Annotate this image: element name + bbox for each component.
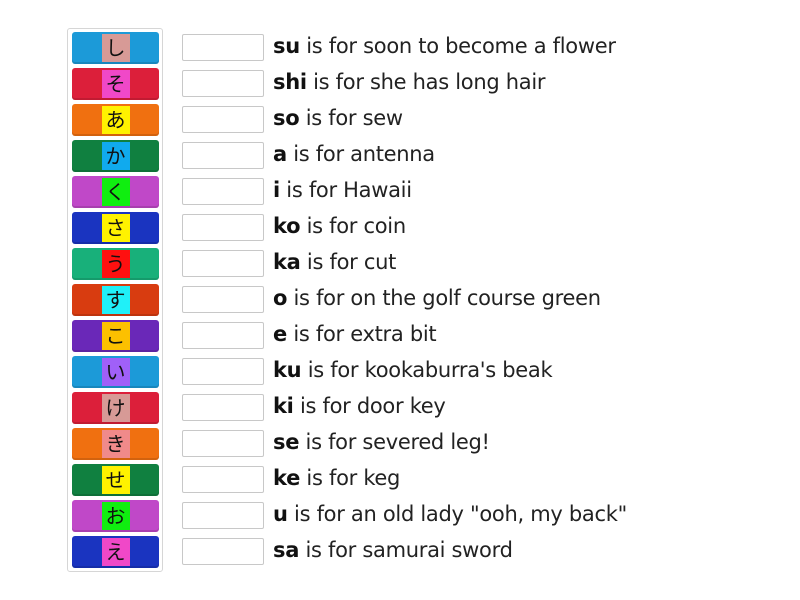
clue-key: ki bbox=[273, 394, 294, 418]
drop-slot[interactable] bbox=[182, 538, 264, 565]
drop-slot[interactable] bbox=[182, 322, 264, 349]
kana-glyph: す bbox=[101, 286, 130, 314]
clue-key: so bbox=[273, 106, 300, 130]
clue-description: is for an old lady "ooh, my back" bbox=[287, 502, 627, 526]
kana-tile[interactable]: こ bbox=[72, 320, 159, 352]
kana-tile[interactable]: せ bbox=[72, 464, 159, 496]
kana-glyph: せ bbox=[101, 466, 130, 494]
clue-description: is for sew bbox=[299, 106, 403, 130]
kana-glyph: お bbox=[101, 502, 130, 530]
clue-text: ki is for door key bbox=[273, 391, 446, 421]
kana-tile[interactable]: け bbox=[72, 392, 159, 424]
clue-description: is for she has long hair bbox=[306, 70, 546, 94]
clue-description: is for Hawaii bbox=[279, 178, 412, 202]
kana-tile[interactable]: え bbox=[72, 536, 159, 568]
drop-slot[interactable] bbox=[182, 250, 264, 277]
kana-glyph: き bbox=[101, 430, 130, 458]
drop-slot[interactable] bbox=[182, 286, 264, 313]
clue-text: se is for severed leg! bbox=[273, 427, 490, 457]
clue-key: sa bbox=[273, 538, 300, 562]
kana-glyph: し bbox=[101, 34, 130, 62]
drop-slot[interactable] bbox=[182, 214, 264, 241]
kana-glyph: く bbox=[101, 178, 130, 206]
kana-glyph: こ bbox=[101, 322, 130, 350]
clue-key: shi bbox=[273, 70, 307, 94]
clue-description: is for coin bbox=[300, 214, 407, 238]
clue-key: a bbox=[273, 142, 287, 166]
clue-text: su is for soon to become a flower bbox=[273, 31, 616, 61]
clue-description: is for on the golf course green bbox=[287, 286, 602, 310]
kana-glyph: そ bbox=[101, 70, 130, 98]
kana-tile[interactable]: お bbox=[72, 500, 159, 532]
drop-slot[interactable] bbox=[182, 70, 264, 97]
kana-glyph: け bbox=[101, 394, 130, 422]
kana-tile[interactable]: う bbox=[72, 248, 159, 280]
clue-text: so is for sew bbox=[273, 103, 403, 133]
kana-glyph: え bbox=[101, 538, 130, 566]
kana-tile[interactable]: き bbox=[72, 428, 159, 460]
clue-description: is for keg bbox=[300, 466, 401, 490]
kana-glyph: か bbox=[101, 142, 130, 170]
kana-tile[interactable]: か bbox=[72, 140, 159, 172]
drop-slot[interactable] bbox=[182, 178, 264, 205]
clue-text: ko is for coin bbox=[273, 211, 406, 241]
kana-glyph: さ bbox=[101, 214, 130, 242]
kana-tile[interactable]: く bbox=[72, 176, 159, 208]
drop-slot[interactable] bbox=[182, 394, 264, 421]
kana-tile[interactable]: さ bbox=[72, 212, 159, 244]
clue-text: i is for Hawaii bbox=[273, 175, 412, 205]
kana-tile[interactable]: い bbox=[72, 356, 159, 388]
clue-key: ka bbox=[273, 250, 301, 274]
clue-description: is for cut bbox=[300, 250, 397, 274]
drop-slot[interactable] bbox=[182, 430, 264, 457]
clue-description: is for antenna bbox=[286, 142, 435, 166]
clue-key: ke bbox=[273, 466, 301, 490]
drop-slot[interactable] bbox=[182, 106, 264, 133]
clue-text: o is for on the golf course green bbox=[273, 283, 601, 313]
tile-column: しそあかくさうすこいけきせおえ bbox=[67, 28, 163, 572]
kana-glyph: い bbox=[101, 358, 130, 386]
clue-key: ku bbox=[273, 358, 302, 382]
clue-description: is for kookaburra's beak bbox=[301, 358, 553, 382]
clue-text: ke is for keg bbox=[273, 463, 400, 493]
clue-key: o bbox=[273, 286, 288, 310]
kana-glyph: う bbox=[101, 250, 130, 278]
kana-tile[interactable]: し bbox=[72, 32, 159, 64]
kana-tile[interactable]: そ bbox=[72, 68, 159, 100]
clue-key: u bbox=[273, 502, 288, 526]
drop-slot[interactable] bbox=[182, 466, 264, 493]
clue-key: ko bbox=[273, 214, 301, 238]
clue-description: is for severed leg! bbox=[299, 430, 490, 454]
kana-tile[interactable]: す bbox=[72, 284, 159, 316]
clue-description: is for door key bbox=[293, 394, 446, 418]
clue-key: i bbox=[273, 178, 280, 202]
clue-text: shi is for she has long hair bbox=[273, 67, 546, 97]
clue-description: is for soon to become a flower bbox=[299, 34, 616, 58]
drop-slot[interactable] bbox=[182, 34, 264, 61]
clue-text: e is for extra bit bbox=[273, 319, 437, 349]
clue-text: a is for antenna bbox=[273, 139, 435, 169]
clue-text: u is for an old lady "ooh, my back" bbox=[273, 499, 627, 529]
drop-slot[interactable] bbox=[182, 358, 264, 385]
clue-key: se bbox=[273, 430, 300, 454]
drop-slot[interactable] bbox=[182, 142, 264, 169]
kana-tile[interactable]: あ bbox=[72, 104, 159, 136]
clue-text: ka is for cut bbox=[273, 247, 396, 277]
clue-key: su bbox=[273, 34, 300, 58]
kana-glyph: あ bbox=[101, 106, 130, 134]
clue-description: is for samurai sword bbox=[299, 538, 513, 562]
clue-text: ku is for kookaburra's beak bbox=[273, 355, 553, 385]
clue-description: is for extra bit bbox=[286, 322, 437, 346]
drop-slot[interactable] bbox=[182, 502, 264, 529]
clue-text: sa is for samurai sword bbox=[273, 535, 513, 565]
clue-key: e bbox=[273, 322, 287, 346]
